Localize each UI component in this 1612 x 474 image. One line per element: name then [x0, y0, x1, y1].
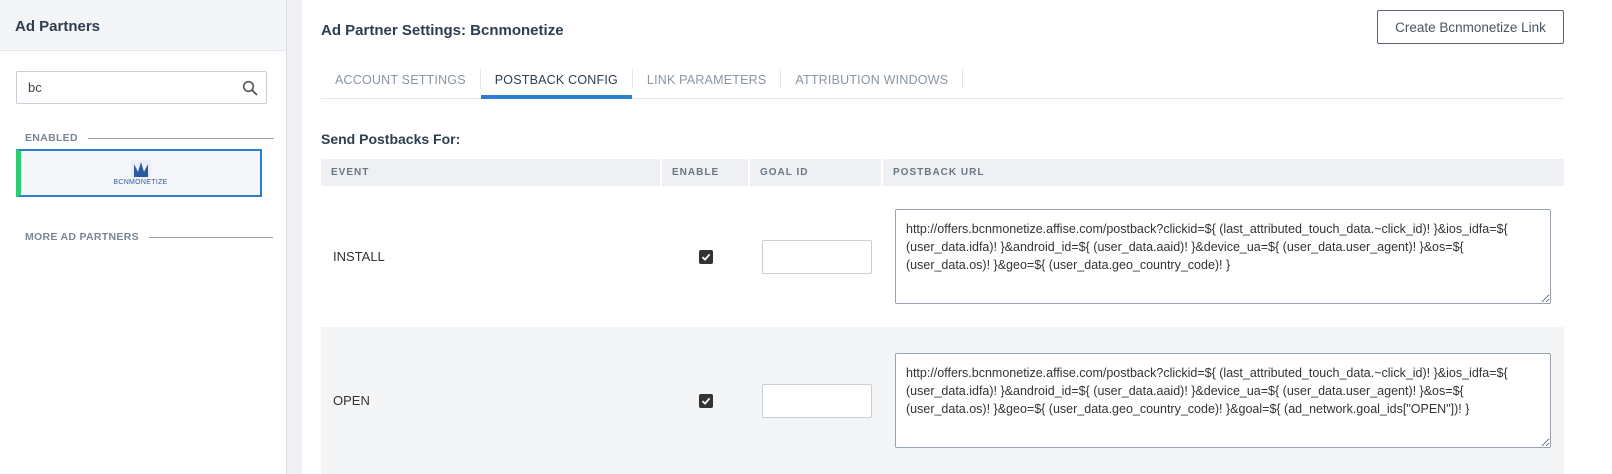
table-row: OPEN http://offers.bcnmonetize.affise.co… [321, 327, 1564, 474]
search-box[interactable] [16, 71, 267, 104]
tab-postback-config[interactable]: POSTBACK CONFIG [480, 60, 632, 99]
sidebar: Ad Partners ENABLED BCNMONETIZE MORE AD … [0, 0, 287, 474]
section-title: Send Postbacks For: [321, 131, 461, 147]
divider [148, 236, 273, 238]
postback-url-field[interactable]: http://offers.bcnmonetize.affise.com/pos… [895, 209, 1551, 304]
column-header-event: EVENT [321, 159, 662, 186]
checkmark-icon [701, 253, 711, 261]
page-title: Ad Partner Settings: Bcnmonetize [321, 22, 564, 39]
main-panel: Ad Partner Settings: Bcnmonetize Create … [302, 0, 1612, 474]
checkmark-icon [701, 397, 711, 405]
column-header-enable: ENABLE [662, 159, 750, 186]
tab-account-settings[interactable]: ACCOUNT SETTINGS [321, 60, 480, 99]
tab-bar: ACCOUNT SETTINGS POSTBACK CONFIG LINK PA… [321, 60, 1564, 99]
more-partners-section-label: MORE AD PARTNERS [25, 231, 273, 243]
partner-logo: BCNMONETIZE [113, 160, 167, 186]
goal-id-input[interactable] [761, 239, 872, 274]
sidebar-title: Ad Partners [0, 0, 286, 51]
partner-logo-text: BCNMONETIZE [113, 179, 168, 186]
enable-checkbox[interactable] [699, 393, 713, 408]
postback-url-field[interactable]: http://offers.bcnmonetize.affise.com/pos… [895, 353, 1551, 448]
tab-attribution-windows[interactable]: ATTRIBUTION WINDOWS [781, 60, 962, 99]
column-header-postback-url: POSTBACK URL [893, 167, 985, 178]
more-partners-label-text: MORE AD PARTNERS [25, 231, 139, 243]
partner-card-bcnmonetize[interactable]: BCNMONETIZE [16, 149, 262, 197]
table-header: EVENT ENABLE GOAL ID POSTBACK URL [321, 159, 1564, 186]
tab-link-parameters[interactable]: LINK PARAMETERS [633, 60, 780, 99]
bcnmonetize-logo-icon [130, 160, 151, 178]
goal-id-input[interactable] [761, 383, 872, 418]
search-input[interactable] [17, 72, 232, 103]
search-icon[interactable] [242, 80, 258, 96]
divider [87, 137, 274, 139]
table-row: INSTALL http://offers.bcnmonetize.affise… [321, 186, 1564, 327]
enabled-label-text: ENABLED [25, 132, 78, 144]
event-name: OPEN [333, 393, 370, 408]
event-name: INSTALL [333, 249, 385, 264]
enable-checkbox[interactable] [699, 249, 713, 264]
enabled-section-label: ENABLED [25, 132, 274, 144]
create-link-button[interactable]: Create Bcnmonetize Link [1377, 10, 1564, 44]
column-header-goal-id: GOAL ID [750, 159, 883, 186]
tab-separator [962, 69, 964, 89]
